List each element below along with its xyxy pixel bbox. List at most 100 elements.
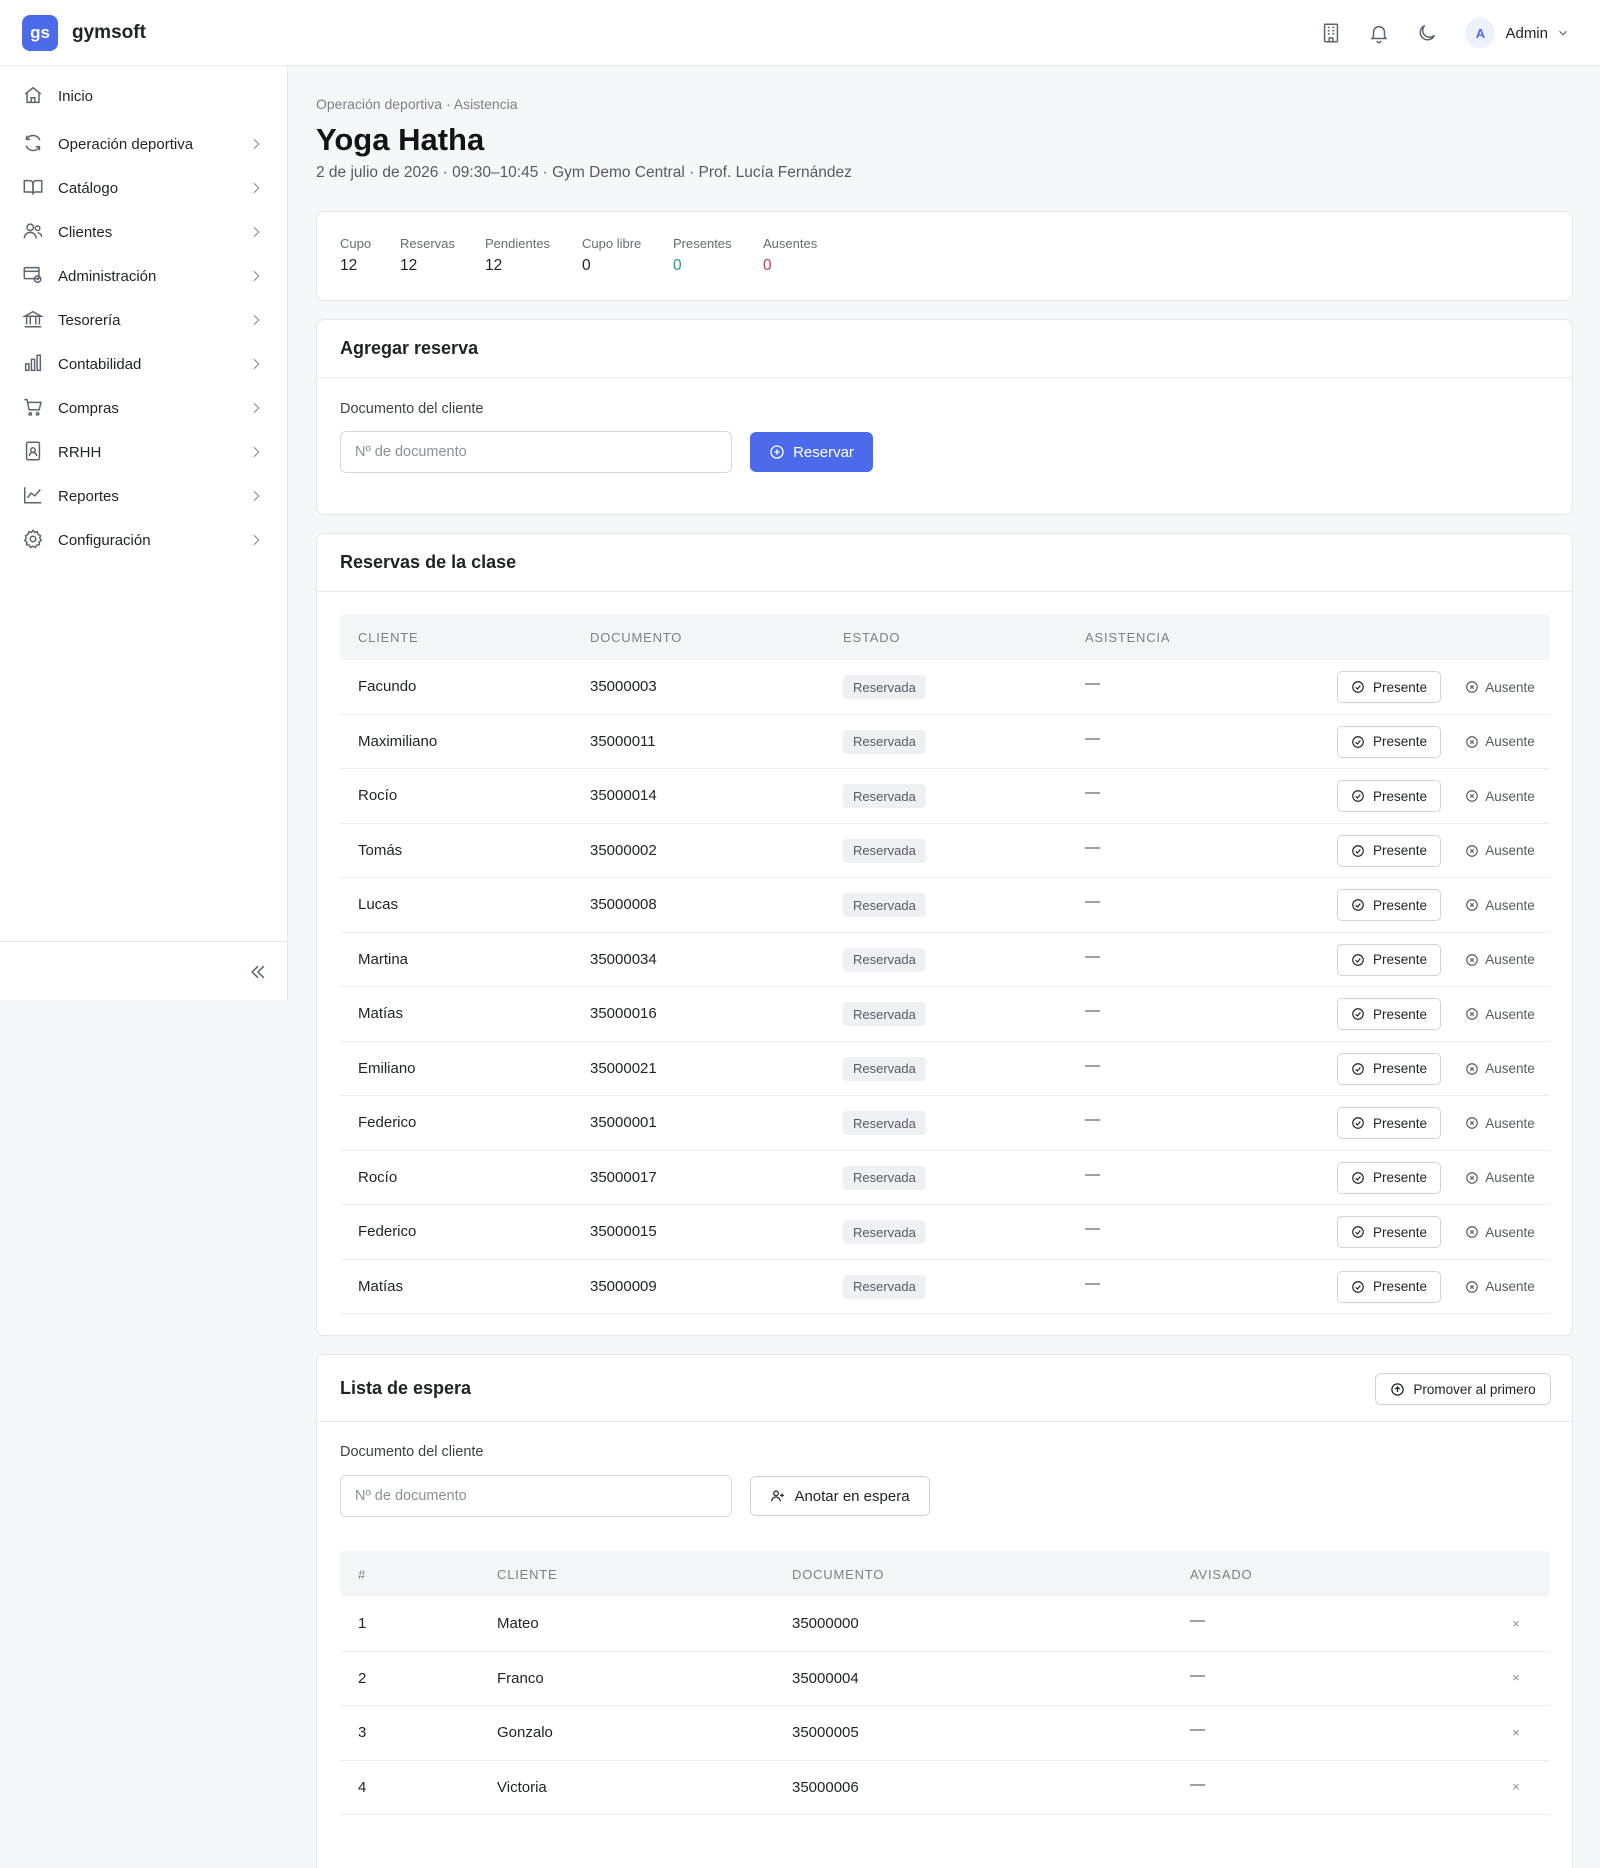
chevron-right-icon — [248, 136, 264, 152]
mark-absent-label: Ausente — [1485, 1115, 1535, 1131]
promote-first-button[interactable]: Promover al primero — [1375, 1373, 1551, 1405]
attendance-value: — — [1085, 1056, 1100, 1074]
mark-present-button[interactable]: Presente — [1337, 943, 1441, 976]
sidebar-item-label: Operación deportiva — [58, 135, 194, 153]
sidebar-item-label: Tesorería — [58, 311, 121, 329]
mark-present-button[interactable]: Presente — [1337, 671, 1441, 703]
mark-present-button[interactable]: Presente — [1337, 725, 1441, 758]
waitlist-document-input[interactable] — [340, 1475, 732, 1517]
attendance-value: — — [1085, 675, 1100, 692]
remove-from-waitlist-button[interactable]: × — [1504, 1666, 1528, 1690]
client-name: Rocío — [358, 1168, 398, 1186]
remove-from-waitlist-button[interactable]: × — [1504, 1775, 1528, 1799]
stat-label: Ausentes — [763, 236, 818, 251]
bar-chart-icon — [22, 352, 46, 376]
bell-icon[interactable] — [1355, 9, 1403, 57]
check-circle-icon — [1351, 898, 1365, 912]
mark-present-button[interactable]: Presente — [1337, 834, 1441, 867]
add-to-waitlist-button[interactable]: Anotar en espera — [750, 1476, 930, 1516]
building-icon[interactable] — [1307, 9, 1355, 57]
mark-present-label: Presente — [1372, 1115, 1428, 1131]
attendance-value: — — [1085, 947, 1100, 965]
x-circle-icon — [1465, 844, 1479, 858]
sidebar-item-inicio[interactable]: Inicio — [0, 72, 288, 120]
x-circle-icon — [1465, 789, 1479, 803]
sidebar-item-reportes[interactable]: Reportes — [0, 472, 288, 520]
mark-present-button[interactable]: Presente — [1337, 1270, 1441, 1303]
card-title: Reservas de la clase — [340, 552, 517, 572]
mark-present-label: Presente — [1372, 952, 1428, 967]
client-document: 35000021 — [590, 1059, 657, 1077]
table-header: CLIENTE DOCUMENTO ESTADO ASISTENCIA — [340, 614, 1550, 660]
status-badge: Reservada — [843, 675, 926, 699]
refresh-icon — [22, 132, 46, 156]
mark-absent-button[interactable]: Ausente — [1458, 1216, 1542, 1248]
document-field-label: Documento del cliente — [340, 401, 484, 417]
sidebar-item-clientes[interactable]: Clientes — [0, 208, 288, 256]
attendance-value: — — [1085, 1002, 1100, 1019]
moon-icon[interactable] — [1403, 9, 1451, 57]
attendance-value: — — [1085, 729, 1100, 747]
user-name: Admin — [1505, 24, 1548, 42]
mark-present-button[interactable]: Presente — [1337, 1216, 1441, 1248]
plus-circle-icon — [769, 444, 785, 460]
table-row: 4 Victoria 35000006 — × — [340, 1761, 1550, 1815]
sidebar-item-catalogo[interactable]: Catálogo — [0, 164, 288, 212]
sidebar-item-configuracion[interactable]: Configuración — [0, 516, 288, 564]
stat-item: Cupo 12 — [340, 236, 371, 275]
sidebar-item-tesoreria[interactable]: Tesorería — [0, 296, 288, 344]
sidebar-item-contabilidad[interactable]: Contabilidad — [0, 340, 288, 388]
mark-absent-button[interactable]: Ausente — [1458, 944, 1542, 976]
mark-absent-button[interactable]: Ausente — [1458, 889, 1542, 921]
mark-absent-button[interactable]: Ausente — [1458, 780, 1542, 812]
sidebar-item-operacion-deportiva[interactable]: Operación deportiva — [0, 120, 288, 168]
mark-present-button[interactable]: Presente — [1337, 1052, 1441, 1085]
collapse-sidebar-icon[interactable] — [244, 958, 272, 986]
status-badge: Reservada — [843, 1220, 926, 1244]
stat-item: Reservas 12 — [400, 236, 455, 275]
mark-absent-button[interactable]: Ausente — [1458, 1107, 1542, 1139]
column-header-client: CLIENTE — [358, 630, 419, 645]
booking-document-input[interactable] — [340, 431, 732, 473]
client-name: Matías — [358, 1005, 404, 1022]
mark-absent-button[interactable]: Ausente — [1458, 671, 1542, 703]
mark-absent-label: Ausente — [1485, 1170, 1535, 1185]
mark-absent-button[interactable]: Ausente — [1458, 1053, 1542, 1085]
mark-present-button[interactable]: Presente — [1337, 780, 1441, 812]
table-row: Lucas 35000008 Reservada — Presente Ausente — [340, 878, 1550, 933]
client-document: 35000015 — [590, 1223, 657, 1240]
reserve-button[interactable]: Reservar — [750, 432, 873, 472]
sidebar-item-rrhh[interactable]: RRHH — [0, 428, 288, 476]
mark-absent-button[interactable]: Ausente — [1458, 726, 1542, 758]
chevron-right-icon — [248, 180, 264, 196]
mark-absent-button[interactable]: Ausente — [1458, 835, 1542, 867]
attendance-value: — — [1085, 1220, 1100, 1237]
mark-absent-button[interactable]: Ausente — [1458, 998, 1542, 1030]
sidebar-item-label: Compras — [58, 399, 119, 417]
bank-icon — [22, 308, 46, 332]
client-document: 35000008 — [590, 896, 657, 913]
mark-present-button[interactable]: Presente — [1337, 889, 1441, 921]
document-field-label: Documento del cliente — [340, 1444, 484, 1460]
mark-absent-button[interactable]: Ausente — [1458, 1271, 1542, 1303]
column-header-status: ESTADO — [843, 630, 901, 645]
add-booking-card: Agregar reserva Documento del cliente Re… — [316, 319, 1573, 515]
stats-card: Cupo 12 Reservas 12 Pendientes 12 Cupo libre 0 P… — [316, 211, 1573, 301]
mark-absent-button[interactable]: Ausente — [1458, 1162, 1542, 1194]
sidebar-item-compras[interactable]: Compras — [0, 384, 288, 432]
mark-present-button[interactable]: Presente — [1337, 1107, 1441, 1139]
line-chart-icon — [22, 484, 46, 508]
table-row: Martina 35000034 Reservada — Presente Ausente — [340, 933, 1550, 987]
mark-present-button[interactable]: Presente — [1337, 998, 1441, 1030]
user-menu[interactable]: A Admin — [1465, 18, 1570, 48]
check-circle-icon — [1351, 1062, 1365, 1076]
mark-present-label: Presente — [1372, 843, 1428, 858]
brand[interactable]: gs gymsoft — [22, 14, 146, 51]
client-name: Rocío — [358, 787, 398, 804]
x-circle-icon — [1465, 1062, 1479, 1076]
arrow-up-circle-icon — [1390, 1382, 1405, 1397]
mark-present-button[interactable]: Presente — [1337, 1161, 1441, 1194]
remove-from-waitlist-button[interactable]: × — [1504, 1720, 1528, 1744]
sidebar-item-administracion[interactable]: Administración — [0, 252, 288, 300]
remove-from-waitlist-button[interactable]: × — [1504, 1611, 1528, 1635]
